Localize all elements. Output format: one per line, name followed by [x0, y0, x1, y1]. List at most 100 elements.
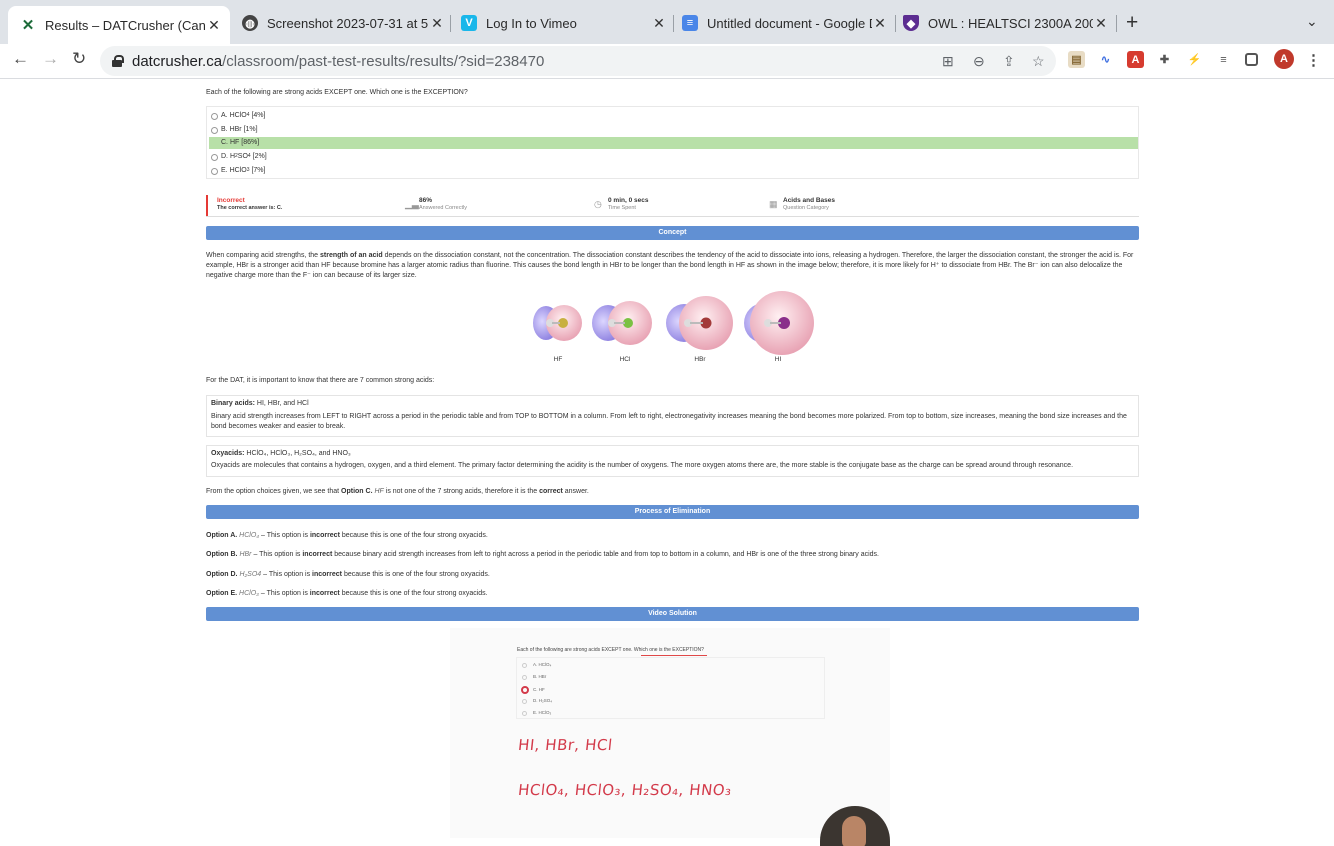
radio-icon[interactable]	[211, 126, 218, 134]
puzzle-extension-icon[interactable]: ✚	[1156, 51, 1173, 68]
text-run: – This option is	[258, 590, 310, 597]
hcl-molecule	[592, 301, 652, 345]
time-spent-stat: ◷ 0 min, 0 secs Time Spent	[594, 196, 649, 213]
text-bold: incorrect	[302, 551, 333, 558]
presenter-face	[842, 816, 866, 846]
tab-separator	[895, 15, 896, 32]
tab-google-docs[interactable]: ≡ Untitled document - Google Do ✕	[682, 8, 888, 38]
option-c-correct[interactable]: C. HF [86%]	[209, 137, 1138, 149]
status-bar	[206, 195, 208, 216]
concept-paragraph: When comparing acid strengths, the stren…	[206, 251, 1139, 281]
option-subscript: 4	[247, 153, 251, 160]
tab-title: Untitled document - Google Do	[707, 15, 872, 31]
radio-icon[interactable]	[211, 167, 218, 175]
video-player[interactable]: Each of the following are strong acids E…	[450, 628, 890, 846]
text-run: because binary acid strength increases f…	[332, 551, 879, 558]
back-arrow-icon[interactable]: ←	[12, 49, 29, 69]
close-icon[interactable]: ✕	[651, 15, 667, 32]
result-detail: The correct answer is: C.	[217, 205, 283, 212]
bookmark-star-icon[interactable]: ☆	[1032, 53, 1045, 70]
pdf-extension-icon[interactable]: A	[1127, 51, 1144, 68]
performance-icon[interactable]: ⚡	[1186, 51, 1203, 68]
more-menu-icon[interactable]: ⋮	[1305, 51, 1322, 69]
reading-list-icon[interactable]: ≡	[1215, 51, 1232, 68]
address-bar[interactable]: datcrusher.ca/classroom/past-test-result…	[100, 46, 1056, 76]
conclusion-text: From the option choices given, we see th…	[206, 487, 1139, 497]
text-run: HClO₄, HClO₃, H₂SO₄, and HNO₃	[244, 450, 351, 457]
text-bold: Option E.	[206, 590, 238, 597]
close-icon[interactable]: ✕	[429, 15, 445, 32]
profile-avatar[interactable]: A	[1274, 49, 1294, 69]
elimination-option-b: Option B. HBr – This option is incorrect…	[206, 550, 1139, 560]
option-percent: [1%]	[243, 125, 258, 133]
radio-icon[interactable]	[211, 112, 218, 120]
forward-arrow-icon[interactable]: →	[42, 49, 59, 69]
radio-icon[interactable]	[211, 153, 218, 161]
answered-correctly-stat: ▁▃ 86% Answered Correctly	[405, 196, 467, 213]
tab-owl[interactable]: ◆ OWL : HEALTSCI 2300A 200 S ✕	[903, 8, 1109, 38]
tab-vimeo[interactable]: V Log In to Vimeo ✕	[461, 8, 667, 38]
text-run: – This option is	[261, 571, 313, 578]
reload-icon[interactable]: ↻	[72, 49, 86, 69]
option-letter: C.	[221, 138, 228, 146]
url-host: datcrusher.ca	[132, 52, 223, 70]
handwritten-oxyacids: HClO₄, HClO₃, H₂SO₄, HNO₃	[517, 781, 733, 799]
oxyacids-heading: Oxyacids: HClO₄, HClO₃, H₂SO₄, and HNO₃	[211, 449, 1134, 459]
tab-datcrusher[interactable]: ✕ Results – DATCrusher (Canadian ✕	[8, 6, 230, 44]
new-tab-button[interactable]: +	[1126, 11, 1138, 35]
video-option-text: B. HBr	[533, 674, 547, 679]
share-icon[interactable]: ⇪	[1003, 53, 1015, 70]
option-text: HClO	[229, 111, 247, 119]
lock-icon[interactable]	[112, 55, 124, 67]
text-run: – This option is	[251, 551, 303, 558]
result-label: Incorrect	[217, 197, 245, 204]
option-a[interactable]: A. HClO 4 [4%]	[209, 110, 1138, 122]
calculator-extension-icon[interactable]: ▤	[1068, 51, 1085, 68]
text-italic: H₂SO4	[237, 571, 262, 578]
option-subscript: 3	[246, 167, 250, 174]
text-bold: incorrect	[309, 532, 340, 539]
oxyacids-box: Oxyacids: HClO₄, HClO₃, H₂SO₄, and HNO₃ …	[206, 445, 1139, 477]
close-icon[interactable]: ✕	[872, 15, 888, 32]
tab-screenshot[interactable]: ◍ Screenshot 2023-07-31 at 5.0 ✕	[240, 8, 445, 38]
option-e[interactable]: E. HClO 3 [7%]	[209, 165, 1138, 177]
waveform-extension-icon[interactable]: ∿	[1097, 51, 1114, 68]
text-bold: Oxyacids:	[211, 450, 245, 457]
bar-chart-icon: ▁▃	[405, 199, 419, 209]
stat-label: Time Spent	[608, 205, 636, 212]
option-b[interactable]: B. HBr [1%]	[209, 124, 1138, 136]
text-italic: HF	[372, 488, 384, 495]
option-percent: [7%]	[251, 166, 266, 174]
zoom-icon[interactable]: ⊖	[973, 53, 985, 70]
text-run: When comparing acid strengths, the	[206, 252, 321, 259]
text-run: answer.	[562, 488, 589, 495]
option-text: HBr	[229, 125, 242, 133]
video-option: E. HClO₃	[522, 710, 551, 717]
text-run: From the option choices given, we see th…	[206, 488, 342, 495]
side-panel-icon[interactable]	[1245, 53, 1258, 66]
option-d[interactable]: D. H 2 SO 4 [2%]	[209, 151, 1138, 163]
stat-value: Acids and Bases	[783, 197, 836, 204]
close-icon[interactable]: ✕	[206, 17, 222, 34]
text-bold: incorrect	[312, 571, 342, 578]
text-bold: incorrect	[309, 590, 340, 597]
option-text: HF	[229, 138, 240, 146]
video-option: A. HClO₄	[522, 662, 551, 669]
tab-title: Screenshot 2023-07-31 at 5.0	[267, 15, 429, 31]
concept-banner: Concept	[206, 226, 1139, 240]
video-option-text: A. HClO₄	[533, 662, 552, 667]
tab-separator	[450, 15, 451, 32]
elimination-option-e: Option E. HClO₃ – This option is incorre…	[206, 589, 1139, 599]
text-run: – This option is	[259, 532, 310, 539]
stat-value: 0 min, 0 secs	[608, 197, 649, 204]
clock-icon: ◷	[594, 199, 602, 209]
radio-icon	[522, 674, 527, 680]
video-option-text: E. HClO₃	[533, 710, 552, 715]
radio-icon	[522, 710, 527, 716]
tab-search-chevron-icon[interactable]: ⌄	[1306, 13, 1318, 30]
question-category-stat: ▦ Acids and Bases Question Category	[769, 196, 836, 213]
option-percent: [2%]	[252, 152, 267, 160]
url-text[interactable]: datcrusher.ca/classroom/past-test-result…	[132, 53, 544, 70]
close-icon[interactable]: ✕	[1093, 15, 1109, 32]
translate-icon[interactable]: ⊞	[942, 53, 954, 70]
